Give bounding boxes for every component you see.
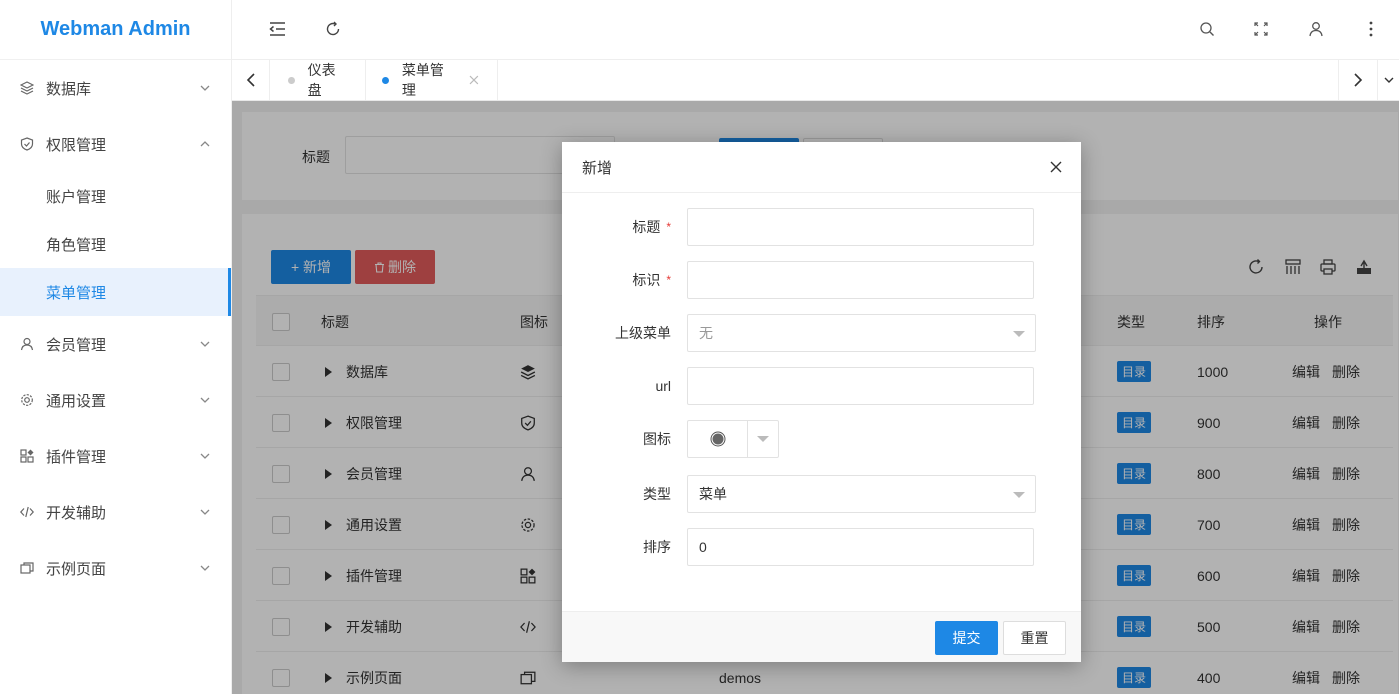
icon-preview bbox=[688, 421, 748, 457]
circle-dot-icon bbox=[710, 431, 725, 447]
parent-menu-select[interactable]: 无 bbox=[687, 314, 1036, 352]
field-label: 标题 * bbox=[632, 208, 671, 246]
tab-label: 菜单管理 bbox=[401, 62, 444, 98]
title-input[interactable] bbox=[687, 208, 1034, 246]
sidebar-item-label: 示例页面 bbox=[46, 560, 107, 578]
sidebar-item-database[interactable]: 数据库 bbox=[0, 60, 231, 116]
sidebar-item-label: 权限管理 bbox=[46, 136, 107, 154]
required-mark: * bbox=[666, 273, 671, 287]
dialog-title: 新增 bbox=[582, 159, 613, 177]
field-title: 标题 * bbox=[562, 208, 1081, 246]
field-url: url bbox=[562, 367, 1081, 405]
search-icon[interactable] bbox=[1196, 18, 1218, 40]
field-sort: 排序 0 bbox=[562, 528, 1081, 566]
field-label: 上级菜单 bbox=[615, 325, 671, 341]
field-label-text: 标识 bbox=[632, 272, 661, 288]
code-icon bbox=[20, 505, 34, 519]
field-label: 标识 * bbox=[632, 261, 671, 299]
tab-menu-management[interactable]: 菜单管理 bbox=[366, 60, 498, 100]
refresh-icon[interactable] bbox=[322, 18, 344, 40]
sidebar-item-label: 数据库 bbox=[46, 80, 92, 98]
field-label: url bbox=[655, 378, 671, 394]
tab-label: 仪表盘 bbox=[307, 62, 336, 98]
required-mark: * bbox=[666, 220, 671, 234]
sidebar-item-label: 账户管理 bbox=[46, 188, 107, 206]
type-select[interactable]: 菜单 bbox=[687, 475, 1036, 513]
sidebar-item-label: 角色管理 bbox=[46, 236, 107, 254]
chevron-down-icon bbox=[200, 509, 210, 515]
dialog-footer: 提交 重置 bbox=[562, 611, 1081, 662]
sort-input[interactable]: 0 bbox=[687, 528, 1034, 566]
icon-picker[interactable] bbox=[687, 420, 779, 458]
sidebar: Webman Admin 数据库 权限管理 账户管理 角色管理 菜单管理 会员管… bbox=[0, 0, 232, 694]
sidebar-item-label: 会员管理 bbox=[46, 336, 107, 354]
tab-active-dot bbox=[382, 76, 389, 84]
field-label-text: 标题 bbox=[632, 219, 661, 235]
sidebar-item-label: 菜单管理 bbox=[46, 284, 107, 302]
chevron-down-icon bbox=[200, 341, 210, 347]
field-label: 类型 bbox=[643, 486, 671, 502]
sidebar-item-label: 开发辅助 bbox=[46, 504, 107, 522]
gear-icon bbox=[20, 393, 34, 407]
sidebar-item-accounts[interactable]: 账户管理 bbox=[0, 172, 231, 220]
fullscreen-icon[interactable] bbox=[1250, 18, 1272, 40]
sidebar-item-permissions[interactable]: 权限管理 bbox=[0, 116, 231, 172]
field-type: 类型 菜单 bbox=[562, 475, 1081, 513]
sidebar-item-settings[interactable]: 通用设置 bbox=[0, 372, 231, 428]
field-icon: 图标 bbox=[562, 420, 1081, 458]
sidebar-item-menus[interactable]: 菜单管理 bbox=[0, 268, 231, 316]
field-key: 标识 * bbox=[562, 261, 1081, 299]
collapse-menu-icon[interactable] bbox=[267, 18, 289, 40]
submit-button[interactable]: 提交 bbox=[935, 621, 998, 655]
sidebar-item-label: 插件管理 bbox=[46, 448, 107, 466]
tab-dashboard[interactable]: 仪表盘 bbox=[270, 60, 366, 100]
user-icon bbox=[20, 337, 34, 351]
shield-icon bbox=[20, 137, 34, 151]
more-icon[interactable] bbox=[1360, 18, 1382, 40]
sidebar-item-label: 通用设置 bbox=[46, 392, 107, 410]
pages-icon bbox=[20, 561, 34, 575]
tab-menu-dropdown-icon[interactable] bbox=[1377, 60, 1399, 100]
layers-icon bbox=[20, 81, 34, 95]
apps-icon bbox=[20, 449, 34, 463]
close-icon[interactable] bbox=[1047, 158, 1065, 176]
field-label: 排序 bbox=[643, 539, 671, 555]
url-input[interactable] bbox=[687, 367, 1034, 405]
sidebar-item-plugins[interactable]: 插件管理 bbox=[0, 428, 231, 484]
sidebar-item-examples[interactable]: 示例页面 bbox=[0, 540, 231, 596]
chevron-down-icon bbox=[200, 397, 210, 403]
tab-status-dot bbox=[288, 76, 295, 84]
dialog-header: 新增 bbox=[562, 142, 1081, 193]
close-icon[interactable] bbox=[469, 75, 479, 85]
tab-bar: 仪表盘 菜单管理 bbox=[232, 60, 1399, 101]
key-input[interactable] bbox=[687, 261, 1034, 299]
sidebar-item-members[interactable]: 会员管理 bbox=[0, 316, 231, 372]
reset-button[interactable]: 重置 bbox=[1003, 621, 1066, 655]
user-icon[interactable] bbox=[1305, 18, 1327, 40]
field-parent: 上级菜单 无 bbox=[562, 314, 1081, 352]
tab-scroll-left-icon[interactable] bbox=[232, 60, 270, 100]
field-label: 图标 bbox=[643, 431, 671, 447]
sidebar-item-roles[interactable]: 角色管理 bbox=[0, 220, 231, 268]
chevron-down-icon bbox=[200, 453, 210, 459]
sidebar-item-devtools[interactable]: 开发辅助 bbox=[0, 484, 231, 540]
chevron-down-icon bbox=[200, 565, 210, 571]
chevron-up-icon bbox=[200, 141, 210, 147]
chevron-down-icon bbox=[200, 85, 210, 91]
icon-picker-dropdown-icon[interactable] bbox=[748, 421, 778, 457]
add-dialog: 新增 标题 * 标识 * 上级菜单 无 url 图标 类型 菜单 排序 0 提交… bbox=[562, 142, 1081, 662]
top-header bbox=[232, 0, 1399, 60]
tab-scroll-right-icon[interactable] bbox=[1338, 60, 1376, 100]
app-logo[interactable]: Webman Admin bbox=[0, 0, 231, 60]
